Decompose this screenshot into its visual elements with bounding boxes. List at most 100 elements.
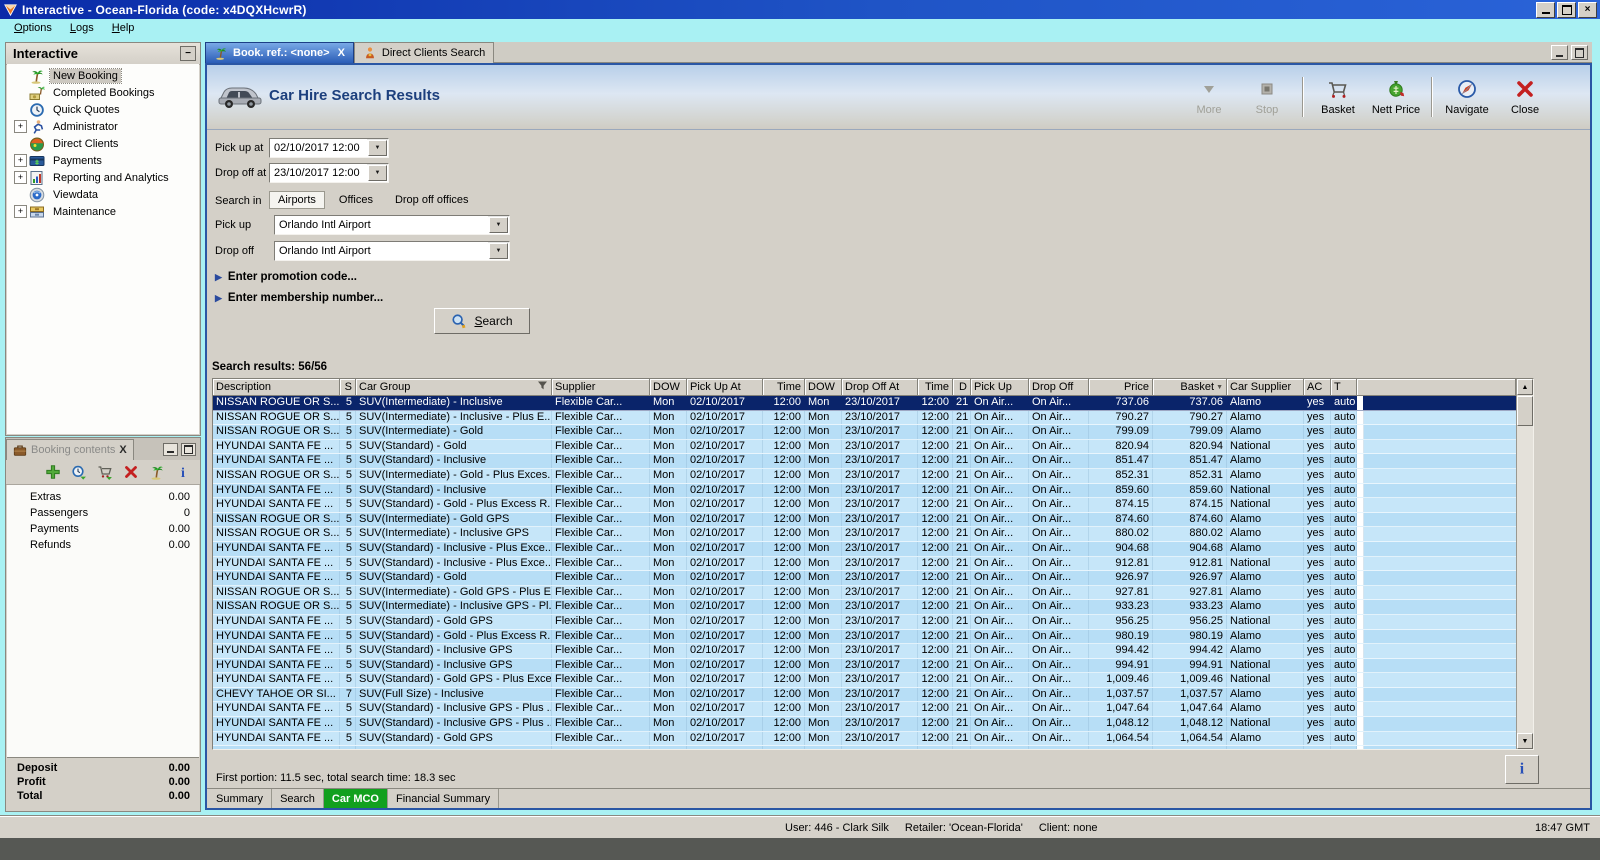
- column-header-car-group[interactable]: Car Group: [356, 379, 552, 396]
- result-row[interactable]: NISSAN ROGUE OR S... 5 SUV(Intermediate) -…: [213, 468, 1516, 484]
- search-button[interactable]: Search: [434, 308, 530, 334]
- filter-funnel-icon[interactable]: [537, 380, 548, 394]
- footer-tab-summary[interactable]: Summary: [208, 789, 273, 808]
- sidebar-item-payments[interactable]: + Payments: [7, 152, 199, 169]
- result-row[interactable]: HYUNDAI SANTA FE ... 5 SUV(Standard) - Inc…: [213, 541, 1516, 557]
- result-row[interactable]: NISSAN ROGUE OR S... 5 SUV(Intermediate) -…: [213, 527, 1516, 542]
- column-header-d[interactable]: D: [953, 379, 971, 396]
- basket-button[interactable]: Basket: [1311, 74, 1365, 120]
- expand-icon[interactable]: +: [11, 120, 29, 133]
- sidebar-item-reporting-and-analytics[interactable]: + Reporting and Analytics: [7, 169, 199, 186]
- booking-contents-tab[interactable]: Booking contents X: [6, 439, 134, 460]
- result-row[interactable]: HYUNDAI SANTA FE ... 5 SUV(Standard) - Gol…: [213, 629, 1516, 645]
- result-row[interactable]: NISSAN ROGUE OR S... 5 SUV(Intermediate) -…: [213, 410, 1516, 426]
- membership-number-expander[interactable]: ▶ Enter membership number...: [215, 292, 383, 304]
- pane-restore-button[interactable]: [1571, 44, 1588, 60]
- window-close-button[interactable]: ×: [1578, 1, 1597, 18]
- result-row[interactable]: HYUNDAI SANTA FE ... 5 SUV(Standard) - Inc…: [213, 483, 1516, 499]
- scrollbar-thumb[interactable]: [1517, 396, 1533, 426]
- column-header-car-supplier[interactable]: Car Supplier: [1227, 379, 1304, 396]
- palm-tree-icon[interactable]: [149, 464, 166, 481]
- column-header-drop-off[interactable]: Drop Off: [1029, 379, 1089, 396]
- search-in-drop-off-offices[interactable]: Drop off offices: [387, 192, 477, 208]
- dropoff-at-input[interactable]: [270, 164, 367, 182]
- sidebar-item-viewdata[interactable]: Viewdata: [7, 186, 199, 203]
- tab-close-icon[interactable]: X: [338, 47, 345, 59]
- availability-icon[interactable]: [71, 464, 88, 481]
- tab-direct-clients-search[interactable]: Direct Clients Search: [353, 42, 495, 63]
- result-row[interactable]: NISSAN ROGUE OR S... 5 SUV(Intermediate) -…: [213, 512, 1516, 528]
- info-icon[interactable]: i: [175, 464, 192, 481]
- column-header-drop-off-at[interactable]: Drop Off At: [842, 379, 918, 396]
- menu-help[interactable]: Help: [104, 21, 143, 35]
- result-row[interactable]: HYUNDAI SANTA FE ... 5 SUV(Standard) - Gol…: [213, 571, 1516, 586]
- nett-price-button[interactable]: Nett Price: [1369, 74, 1423, 120]
- result-row[interactable]: HYUNDAI SANTA FE ... 5 SUV(Standard) - Gol…: [213, 439, 1516, 455]
- add-icon[interactable]: [45, 464, 62, 481]
- result-row[interactable]: HYUNDAI SANTA FE ... 5 SUV(Standard) - Gol…: [213, 731, 1516, 747]
- sidebar-item-administrator[interactable]: + Administrator: [7, 118, 199, 135]
- column-header-s[interactable]: S: [340, 379, 356, 396]
- tab-book-ref-none[interactable]: Book. ref.: <none> X: [205, 42, 354, 63]
- footer-tab-financial-summary[interactable]: Financial Summary: [388, 789, 500, 808]
- sidebar-item-new-booking[interactable]: New Booking: [7, 67, 199, 84]
- column-header-dow[interactable]: DOW: [650, 379, 687, 396]
- column-header-basket[interactable]: Basket ▼: [1153, 379, 1227, 396]
- search-in-airports[interactable]: Airports: [269, 191, 325, 209]
- expand-icon[interactable]: +: [11, 171, 29, 184]
- pickup-input[interactable]: [275, 216, 488, 234]
- result-row[interactable]: HYUNDAI SANTA FE ... 5 SUV(Standard) - Inc…: [213, 556, 1516, 572]
- column-header-description[interactable]: Description: [213, 379, 340, 396]
- window-maximize-button[interactable]: [1557, 1, 1576, 18]
- search-in-offices[interactable]: Offices: [331, 192, 381, 208]
- sidebar-collapse-button[interactable]: −: [180, 46, 196, 61]
- pane-minimize-button[interactable]: [1551, 44, 1568, 60]
- pickup-at-dropdown-icon[interactable]: ▼: [368, 140, 387, 156]
- info-button[interactable]: i: [1505, 755, 1539, 784]
- navigate-button[interactable]: Navigate: [1440, 74, 1494, 120]
- result-row[interactable]: HYUNDAI SANTA FE ... 5 SUV(Standard) - Inc…: [213, 702, 1516, 718]
- pickup-dropdown-icon[interactable]: ▼: [489, 217, 508, 233]
- promotion-code-expander[interactable]: ▶ Enter promotion code...: [215, 271, 357, 283]
- scroll-down-button[interactable]: ▼: [1517, 733, 1533, 749]
- scroll-up-button[interactable]: ▲: [1517, 379, 1533, 395]
- column-header-supplier[interactable]: Supplier: [552, 379, 650, 396]
- result-row[interactable]: HYUNDAI SANTA FE ... 5 SUV(Standard) - Gol…: [213, 498, 1516, 513]
- dropoff-input[interactable]: [275, 242, 488, 260]
- result-row[interactable]: CHEVY TAHOE OR SI... 7 SUV(Full Size) - In…: [213, 687, 1516, 703]
- menu-logs[interactable]: Logs: [62, 21, 102, 35]
- result-row[interactable]: HYUNDAI SANTA FE ... 5 SUV(Standard) - Inc…: [213, 644, 1516, 659]
- menu-options[interactable]: Options: [6, 21, 60, 35]
- dropoff-dropdown-icon[interactable]: ▼: [489, 243, 508, 259]
- result-row[interactable]: HYUNDAI SANTA FE ... 5 SUV(Standard) - Gol…: [213, 614, 1516, 630]
- result-row[interactable]: HYUNDAI SANTA FE ... 5 SUV(Standard) - Gol…: [213, 673, 1516, 688]
- column-header-price[interactable]: Price: [1089, 379, 1153, 396]
- result-row[interactable]: NISSAN ROGUE OR S... 5 SUV(Intermediate) -…: [213, 396, 1516, 411]
- result-row-partial[interactable]: [213, 746, 1516, 749]
- to-basket-icon[interactable]: [97, 464, 114, 481]
- sidebar-item-direct-clients[interactable]: Direct Clients: [7, 135, 199, 152]
- close-button[interactable]: Close: [1498, 74, 1552, 120]
- vertical-scrollbar[interactable]: ▲ ▼: [1516, 379, 1533, 749]
- footer-tab-search[interactable]: Search: [272, 789, 324, 808]
- column-header-pick-up-at[interactable]: Pick Up At: [687, 379, 763, 396]
- sidebar-item-quick-quotes[interactable]: Quick Quotes: [7, 101, 199, 118]
- column-header-dow[interactable]: DOW: [805, 379, 842, 396]
- result-row[interactable]: NISSAN ROGUE OR S... 5 SUV(Intermediate) -…: [213, 425, 1516, 440]
- booking-maximize-button[interactable]: [181, 443, 196, 456]
- sidebar-item-completed-bookings[interactable]: Completed Bookings: [7, 84, 199, 101]
- column-header-pick-up[interactable]: Pick Up: [971, 379, 1029, 396]
- pickup-at-input[interactable]: [270, 139, 367, 157]
- result-row[interactable]: HYUNDAI SANTA FE ... 5 SUV(Standard) - Inc…: [213, 454, 1516, 469]
- column-header-time[interactable]: Time: [763, 379, 805, 396]
- column-header-ac[interactable]: AC: [1304, 379, 1331, 396]
- column-header-time[interactable]: Time: [918, 379, 953, 396]
- result-row[interactable]: NISSAN ROGUE OR S... 5 SUV(Intermediate) -…: [213, 585, 1516, 601]
- footer-tab-car-mco[interactable]: Car MCO: [323, 789, 388, 808]
- sidebar-item-maintenance[interactable]: + Maintenance: [7, 203, 199, 220]
- result-row[interactable]: HYUNDAI SANTA FE ... 5 SUV(Standard) - Inc…: [213, 658, 1516, 674]
- expand-icon[interactable]: +: [11, 205, 29, 218]
- expand-icon[interactable]: +: [11, 154, 29, 167]
- result-row[interactable]: NISSAN ROGUE OR S... 5 SUV(Intermediate) -…: [213, 600, 1516, 615]
- column-header-t[interactable]: T: [1331, 379, 1357, 396]
